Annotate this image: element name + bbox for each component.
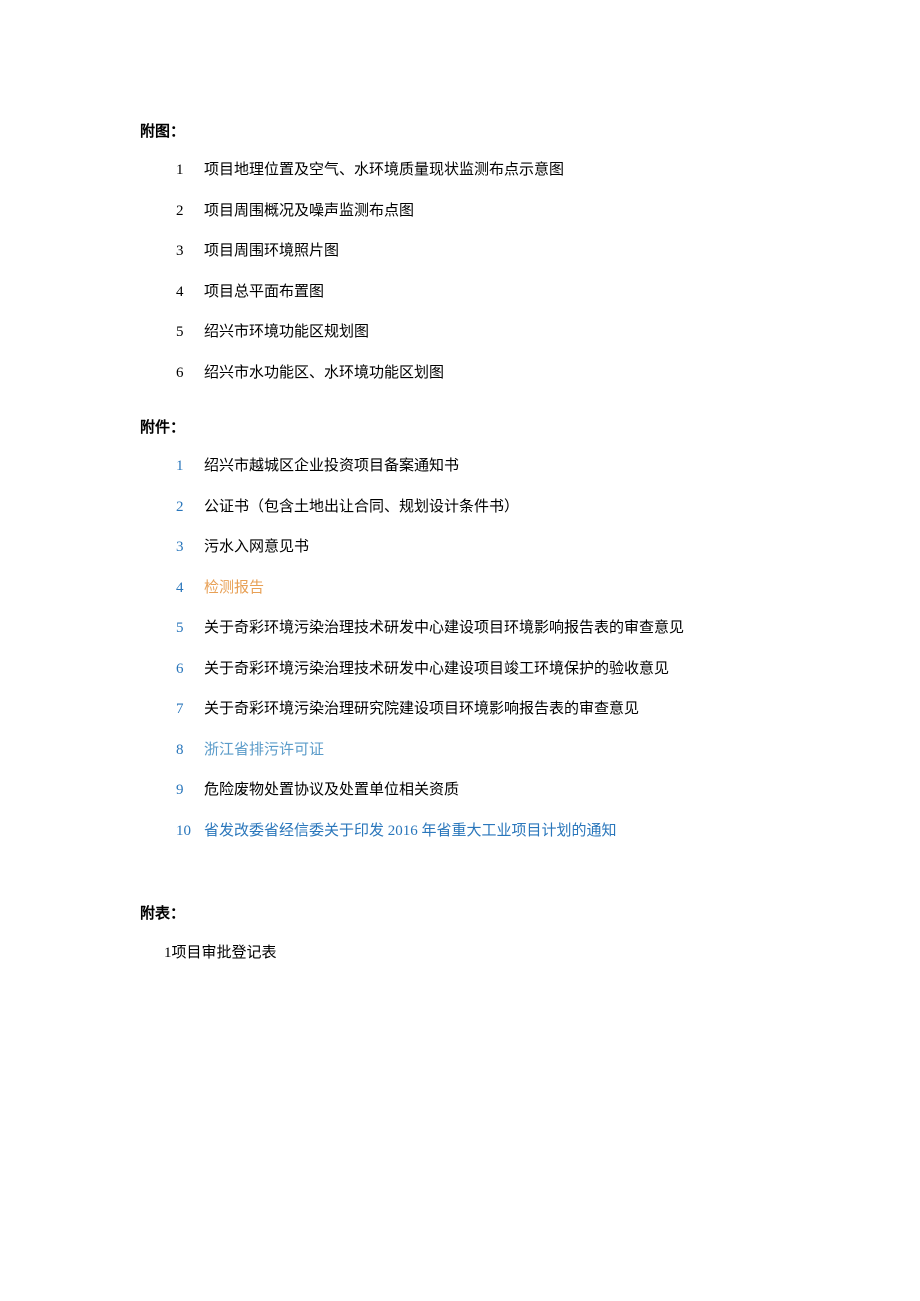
list-item: 6关于奇彩环境污染治理技术研发中心建设项目竣工环境保护的验收意见: [140, 658, 780, 681]
list-item: 9危险废物处置协议及处置单位相关资质: [140, 779, 780, 802]
item-text: 绍兴市水功能区、水环境功能区划图: [204, 362, 780, 385]
list-item: 1绍兴市越城区企业投资项目备案通知书: [140, 455, 780, 478]
item-number: 3: [176, 539, 204, 556]
list-fubiao: 1 项目审批登记表: [140, 941, 780, 962]
heading-fubiao: 附表：: [140, 902, 780, 923]
item-number: 1: [164, 945, 172, 962]
heading-fujian: 附件：: [140, 416, 780, 437]
list-item: 2项目周围概况及噪声监测布点图: [140, 200, 780, 223]
item-text: 危险废物处置协议及处置单位相关资质: [204, 779, 780, 802]
item-number: 1: [176, 162, 204, 179]
list-futu: 1项目地理位置及空气、水环境质量现状监测布点示意图 2项目周围概况及噪声监测布点图…: [140, 159, 780, 384]
item-number: 5: [176, 324, 204, 341]
list-item: 4检测报告: [140, 577, 780, 600]
list-item: 8浙江省排污许可证: [140, 739, 780, 762]
item-text: 检测报告: [204, 577, 780, 600]
list-item: 1 项目审批登记表: [140, 941, 780, 962]
item-text: 关于奇彩环境污染治理技术研发中心建设项目竣工环境保护的验收意见: [204, 658, 780, 681]
item-text: 污水入网意见书: [204, 536, 780, 559]
item-number: 7: [176, 701, 204, 718]
item-number: 10: [176, 823, 204, 840]
list-fujian: 1绍兴市越城区企业投资项目备案通知书 2公证书（包含土地出让合同、规划设计条件书）…: [140, 455, 780, 842]
list-item: 6绍兴市水功能区、水环境功能区划图: [140, 362, 780, 385]
list-item: 5绍兴市环境功能区规划图: [140, 321, 780, 344]
list-item: 1项目地理位置及空气、水环境质量现状监测布点示意图: [140, 159, 780, 182]
item-text: 项目地理位置及空气、水环境质量现状监测布点示意图: [204, 159, 780, 182]
item-text: 项目周围概况及噪声监测布点图: [204, 200, 780, 223]
item-number: 6: [176, 661, 204, 678]
item-text: 绍兴市环境功能区规划图: [204, 321, 780, 344]
item-number: 4: [176, 284, 204, 301]
item-text: 项目审批登记表: [172, 941, 277, 962]
item-text: 关于奇彩环境污染治理技术研发中心建设项目环境影响报告表的审查意见: [204, 617, 780, 640]
item-text: 省发改委省经信委关于印发 2016 年省重大工业项目计划的通知: [204, 820, 780, 843]
item-text: 浙江省排污许可证: [204, 739, 780, 762]
item-text: 绍兴市越城区企业投资项目备案通知书: [204, 455, 780, 478]
item-text: 项目周围环境照片图: [204, 240, 780, 263]
item-number: 2: [176, 499, 204, 516]
section-fubiao: 附表： 1 项目审批登记表: [140, 902, 780, 962]
list-item: 7关于奇彩环境污染治理研究院建设项目环境影响报告表的审查意见: [140, 698, 780, 721]
list-item: 10省发改委省经信委关于印发 2016 年省重大工业项目计划的通知: [140, 820, 780, 843]
section-futu: 附图： 1项目地理位置及空气、水环境质量现状监测布点示意图 2项目周围概况及噪声监…: [140, 120, 780, 384]
item-number: 8: [176, 742, 204, 759]
item-text: 项目总平面布置图: [204, 281, 780, 304]
heading-futu: 附图：: [140, 120, 780, 141]
list-item: 2公证书（包含土地出让合同、规划设计条件书）: [140, 496, 780, 519]
section-fujian: 附件： 1绍兴市越城区企业投资项目备案通知书 2公证书（包含土地出让合同、规划设计…: [140, 416, 780, 842]
item-text: 关于奇彩环境污染治理研究院建设项目环境影响报告表的审查意见: [204, 698, 780, 721]
list-item: 4项目总平面布置图: [140, 281, 780, 304]
item-number: 3: [176, 243, 204, 260]
item-number: 9: [176, 782, 204, 799]
item-number: 6: [176, 365, 204, 382]
item-number: 2: [176, 203, 204, 220]
item-number: 4: [176, 580, 204, 597]
item-number: 1: [176, 458, 204, 475]
item-text: 公证书（包含土地出让合同、规划设计条件书）: [204, 496, 780, 519]
list-item: 5关于奇彩环境污染治理技术研发中心建设项目环境影响报告表的审查意见: [140, 617, 780, 640]
list-item: 3污水入网意见书: [140, 536, 780, 559]
list-item: 3项目周围环境照片图: [140, 240, 780, 263]
item-number: 5: [176, 620, 204, 637]
